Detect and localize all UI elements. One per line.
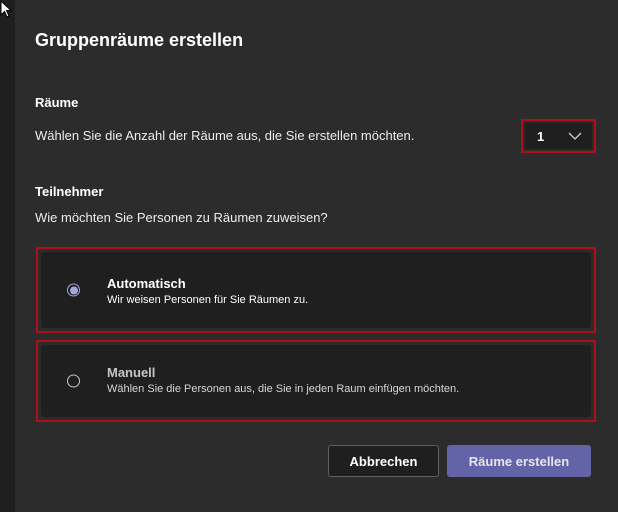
breakout-rooms-dialog: Gruppenräume erstellen Räume Wählen Sie … (15, 0, 618, 512)
create-rooms-button[interactable]: Räume erstellen (447, 445, 591, 477)
option-automatic-subtitle: Wir weisen Personen für Sie Räumen zu. (107, 294, 309, 306)
cancel-button[interactable]: Abbrechen (328, 445, 439, 477)
participants-section-label: Teilnehmer (35, 184, 104, 199)
rooms-count-highlight: 1 (521, 119, 596, 153)
radio-manual[interactable] (67, 374, 80, 388)
chevron-down-icon (568, 132, 582, 140)
rooms-description: Wählen Sie die Anzahl der Räume aus, die… (35, 128, 415, 143)
participants-question: Wie möchten Sie Personen zu Räumen zuwei… (35, 210, 328, 225)
rooms-section-label: Räume (35, 95, 79, 110)
option-manual-title: Manuell (107, 365, 156, 380)
radio-automatic[interactable] (67, 283, 80, 297)
option-automatic-title: Automatisch (107, 276, 186, 291)
option-manual-subtitle: Wählen Sie die Personen aus, die Sie in … (107, 383, 460, 395)
option-manual-highlight: Manuell Wählen Sie die Personen aus, die… (36, 340, 596, 422)
option-automatic[interactable]: Automatisch Wir weisen Personen für Sie … (41, 252, 591, 328)
option-manual[interactable]: Manuell Wählen Sie die Personen aus, die… (41, 345, 591, 417)
rooms-count-dropdown[interactable]: 1 (525, 123, 592, 149)
radio-selected-dot (69, 286, 78, 294)
option-automatic-highlight: Automatisch Wir weisen Personen für Sie … (36, 247, 596, 333)
dialog-title: Gruppenräume erstellen (35, 30, 244, 50)
mouse-pointer-icon (0, 0, 13, 18)
rooms-count-value: 1 (537, 128, 545, 144)
